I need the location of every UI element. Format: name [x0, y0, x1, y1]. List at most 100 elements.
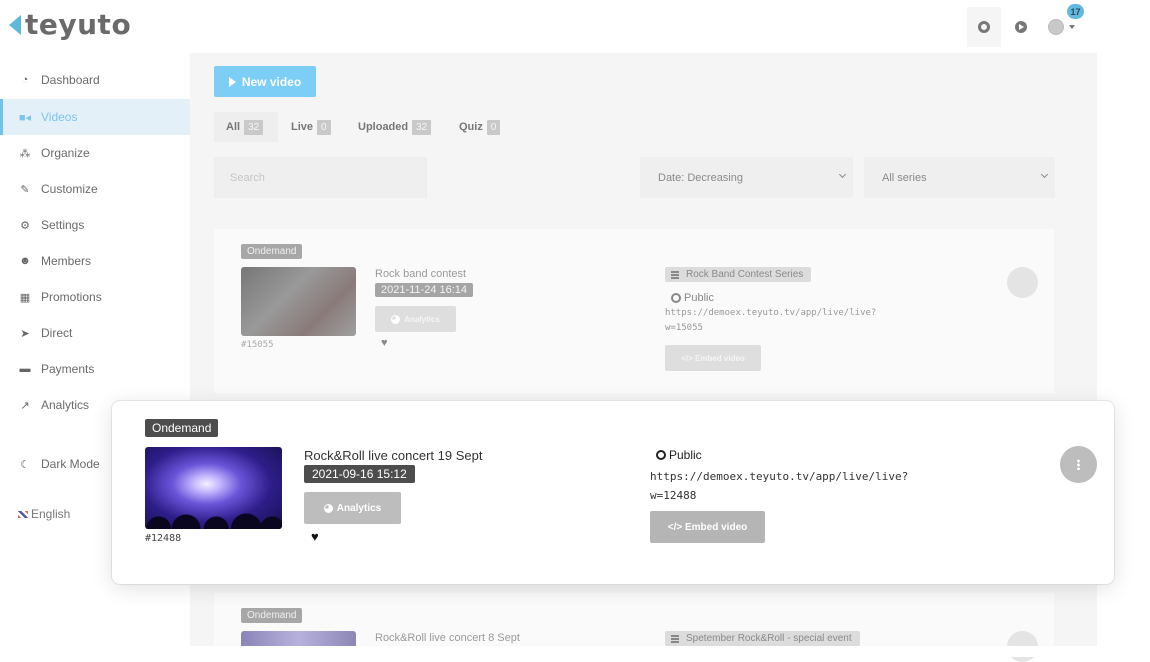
analytics-button[interactable]: Analytics [375, 306, 456, 332]
url-line: https://demoex.teyuto.tv/app/live/live? [650, 470, 909, 483]
series-select-value: All series [882, 171, 927, 184]
sidebar-item-label: Customize [41, 182, 98, 196]
sidebar-item-label: Dashboard [41, 73, 100, 87]
users-icon: ☻ [19, 255, 31, 267]
heart-icon[interactable]: ♥ [311, 529, 319, 544]
sidebar-item-customize[interactable]: ✎ Customize [0, 171, 190, 207]
analytics-label: Analytics [404, 314, 440, 324]
video-date: 2021-09-16 15:12 [304, 465, 415, 483]
chart-line-icon: ↗ [20, 399, 30, 412]
uk-flag-icon [18, 510, 28, 518]
support-button[interactable] [967, 7, 1001, 47]
video-id: #15055 [241, 340, 274, 350]
language-selector[interactable]: English [18, 507, 70, 521]
sidebar-item-label: Payments [41, 362, 95, 376]
type-badge: Ondemand [241, 244, 303, 259]
tab-label: Live [291, 121, 314, 133]
sidebar-item-label: Promotions [41, 290, 102, 304]
visibility-label: Public [684, 292, 714, 304]
chevron-down-icon [1040, 170, 1049, 179]
sidebar-item-label: Members [41, 254, 92, 268]
sidebar-item-label: Direct [41, 326, 73, 340]
vertical-dots-icon [1077, 459, 1080, 470]
video-url: https://demoex.teyuto.tv/app/live/live? … [650, 467, 908, 505]
sidebar-item-label: Organize [41, 146, 90, 160]
more-options-button[interactable] [1007, 267, 1038, 298]
series-label: Rock Band Contest Series [686, 269, 804, 280]
video-title[interactable]: Rock&Roll live concert 8 Sept [375, 632, 520, 644]
teyuto-logo[interactable]: teyuto [9, 8, 131, 41]
analytics-button[interactable]: Analytics [304, 492, 401, 524]
globe-icon [656, 450, 666, 460]
viewport-edge [190, 646, 1150, 657]
video-thumbnail[interactable] [145, 447, 282, 529]
embed-label: Embed video [685, 521, 748, 533]
dashboard-icon: ◔ [21, 74, 29, 86]
code-icon: </> [667, 521, 685, 533]
play-button[interactable] [1004, 7, 1038, 47]
chevron-down-icon [838, 170, 847, 179]
language-label: English [31, 507, 71, 521]
video-date: 2021-11-24 16:14 [375, 283, 474, 297]
type-badge: Ondemand [241, 608, 303, 623]
sidebar-item-dashboard[interactable]: ◔ Dashboard [0, 62, 190, 98]
series-badge: Rock Band Contest Series [665, 267, 812, 282]
caret-down-icon[interactable] [1069, 25, 1075, 29]
sort-select-value: Date: Decreasing [658, 171, 743, 184]
wallet-icon: ▬ [19, 363, 31, 375]
sort-select[interactable]: Date: Decreasing [640, 157, 853, 198]
video-title[interactable]: Rock&Roll live concert 19 Sept [304, 448, 482, 463]
sitemap-icon: ⁂ [19, 147, 31, 160]
pie-chart-icon [323, 503, 333, 513]
paper-plane-icon: ➤ [20, 327, 30, 340]
tab-count: 32 [412, 119, 432, 135]
embed-video-button[interactable]: </> Embed video [650, 511, 765, 543]
tab-count: 0 [317, 119, 331, 135]
video-url: https://demoex.teyuto.tv/app/live/live? … [665, 306, 876, 336]
tab-count: 0 [486, 119, 501, 135]
logo-arrow-icon [9, 14, 21, 35]
logo-text: teyuto [25, 8, 132, 41]
moon-icon: ☾ [20, 458, 30, 471]
sidebar-item-promotions[interactable]: ▦ Promotions [0, 279, 190, 315]
sidebar-item-label: Settings [41, 218, 85, 232]
sidebar-item-videos[interactable]: ■◂ Videos [0, 99, 190, 135]
search-input[interactable]: Search [214, 157, 427, 198]
new-video-label: New video [241, 74, 302, 89]
sidebar-item-organize[interactable]: ⁂ Organize [0, 135, 190, 171]
tab-live[interactable]: Live 0 [283, 112, 339, 142]
tab-all[interactable]: All 32 [214, 112, 278, 142]
heart-icon[interactable]: ♥ [381, 337, 388, 349]
video-title[interactable]: Rock band contest [375, 268, 466, 280]
tab-label: Uploaded [358, 121, 409, 133]
url-line: w=12488 [650, 489, 697, 502]
series-select[interactable]: All series [864, 157, 1055, 198]
sidebar-item-payments[interactable]: ▬ Payments [0, 351, 190, 387]
sidebar-item-settings[interactable]: ⚙ Settings [0, 207, 190, 243]
video-id: #12488 [145, 533, 182, 544]
url-line: w=15055 [665, 323, 703, 333]
tab-uploaded[interactable]: Uploaded 32 [350, 112, 439, 142]
url-line: https://demoex.teyuto.tv/app/live/live? [665, 308, 877, 318]
lifebuoy-icon [978, 21, 990, 33]
series-badge: Spetember Rock&Roll - special event [665, 631, 860, 646]
tab-count: 32 [244, 119, 264, 135]
gears-icon: ⚙ [20, 219, 30, 232]
tab-label: All [226, 121, 241, 133]
new-video-button[interactable]: New video [214, 66, 316, 97]
sidebar-item-members[interactable]: ☻ Members [0, 243, 190, 279]
play-circle-icon [1015, 21, 1027, 33]
notification-badge: 17 [1067, 4, 1084, 19]
video-thumbnail[interactable] [241, 267, 356, 336]
embed-label: Embed video [695, 353, 745, 363]
gift-icon: ▦ [19, 291, 31, 304]
embed-video-button[interactable]: </> Embed video [665, 345, 761, 371]
more-options-button[interactable] [1060, 446, 1097, 483]
user-avatar[interactable] [1048, 19, 1064, 35]
sidebar-item-direct[interactable]: ➤ Direct [0, 315, 190, 351]
tab-quiz[interactable]: Quiz 0 [451, 112, 508, 142]
visibility-status: Public [671, 292, 714, 304]
analytics-label: Analytics [336, 502, 382, 514]
sidebar-item-label: Analytics [41, 398, 90, 412]
type-badge: Ondemand [145, 419, 219, 437]
